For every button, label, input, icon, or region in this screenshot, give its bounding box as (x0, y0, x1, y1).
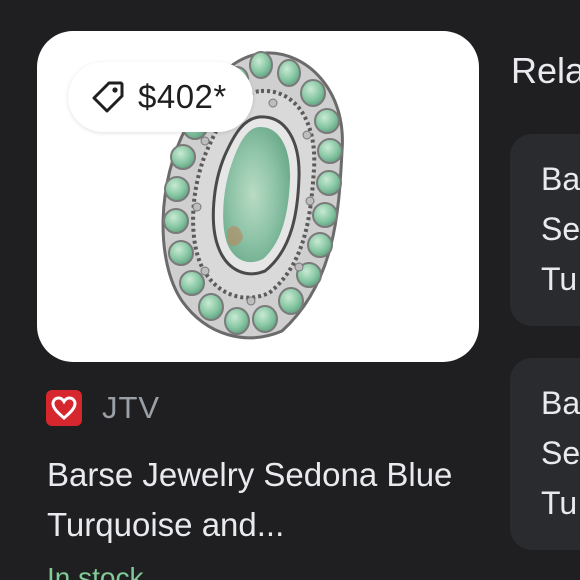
related-card[interactable]: Ba Se Tu (510, 358, 580, 550)
related-card[interactable]: Ba Se Tu (510, 134, 580, 326)
shopping-results-view: $402* JTV Barse Jewelry Sedona Blue Turq… (0, 0, 580, 580)
related-card-text: Se (541, 435, 580, 471)
price-badge: $402* (68, 62, 253, 132)
tag-icon (90, 79, 126, 115)
merchant[interactable]: JTV (46, 390, 160, 426)
related-card-text: Ba (541, 385, 580, 421)
related-card-text: Ba (541, 161, 580, 197)
related-card-text: Tu (541, 261, 578, 297)
merchant-name: JTV (102, 390, 161, 425)
product-title[interactable]: Barse Jewelry Sedona Blue Turquoise and.… (47, 450, 467, 550)
price-text: $402* (138, 78, 227, 115)
related-heading: Rela (511, 50, 580, 91)
jtv-heart-logo (46, 390, 82, 426)
related-card-text: Se (541, 211, 580, 247)
related-card-text: Tu (541, 485, 578, 521)
stock-status: In stock (47, 562, 144, 580)
